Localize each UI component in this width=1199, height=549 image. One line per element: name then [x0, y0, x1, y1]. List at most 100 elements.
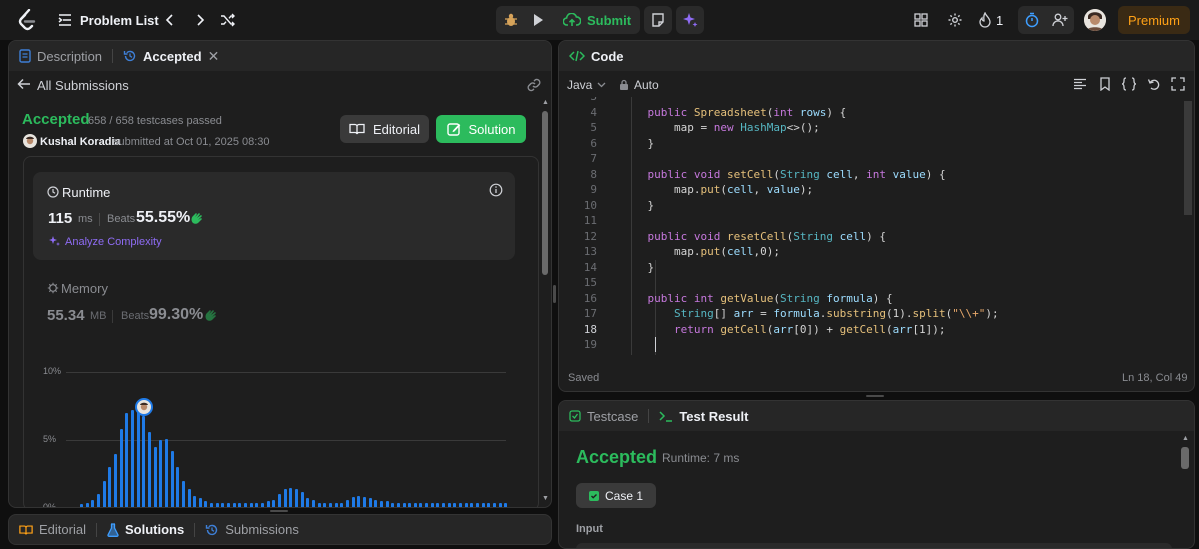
chart-bar[interactable]	[504, 502, 508, 507]
chart-bar[interactable]	[164, 438, 168, 507]
chart-bar[interactable]	[374, 499, 378, 507]
solution-button[interactable]: Solution	[436, 115, 526, 143]
result-scrollbar-thumb[interactable]	[1181, 447, 1189, 469]
language-select[interactable]: Java	[567, 78, 606, 92]
all-submissions-link[interactable]: All Submissions	[37, 78, 129, 93]
back-arrow-icon[interactable]	[17, 77, 31, 93]
vertical-resize-handle[interactable]	[553, 285, 556, 303]
format-icon[interactable]	[1073, 78, 1087, 90]
chart-bar[interactable]	[130, 410, 134, 507]
chart-bar[interactable]	[425, 502, 429, 507]
chart-bar[interactable]	[470, 502, 474, 507]
chart-bar[interactable]	[351, 497, 355, 507]
code-line[interactable]: 5 map = new HashMap<>();	[559, 120, 819, 136]
chart-bar[interactable]	[487, 502, 491, 507]
chart-bar[interactable]	[408, 502, 412, 507]
analyze-complexity-link[interactable]: Analyze Complexity	[65, 236, 162, 248]
chart-bar[interactable]	[278, 494, 282, 507]
chart-bar[interactable]	[85, 502, 89, 507]
reset-icon[interactable]	[1147, 77, 1161, 91]
code-line[interactable]: 8 public void setCell(String cell, int v…	[559, 167, 945, 183]
chart-bar[interactable]	[362, 497, 366, 507]
chart-bar[interactable]	[334, 502, 338, 507]
chart-bar[interactable]	[261, 502, 265, 507]
chart-bar[interactable]	[368, 498, 372, 507]
chart-bar[interactable]	[379, 501, 383, 507]
code-line[interactable]: 16 public int getValue(String formula) {	[559, 291, 893, 307]
tab-solutions[interactable]: Solutions	[97, 515, 194, 544]
next-problem-icon[interactable]	[186, 6, 214, 34]
chart-bar[interactable]	[413, 502, 417, 507]
code-line[interactable]: 19	[559, 337, 597, 353]
memory-title[interactable]: Memory	[61, 281, 108, 296]
chart-bar[interactable]	[283, 488, 287, 507]
code-line[interactable]: 18 return getCell(arr[0]) + getCell(arr[…	[559, 322, 946, 338]
chart-bar[interactable]	[396, 502, 400, 507]
chart-bar[interactable]	[430, 502, 434, 507]
ai-sparkle-icon[interactable]	[676, 6, 704, 34]
chart-bar[interactable]	[232, 502, 236, 507]
chart-bar[interactable]	[204, 501, 208, 507]
tab-description[interactable]: Description	[9, 41, 112, 71]
code-line[interactable]: 14 }	[559, 260, 654, 276]
run-icon[interactable]	[524, 6, 552, 34]
share-link-icon[interactable]	[527, 78, 541, 92]
tab-code[interactable]: Code	[559, 41, 634, 71]
chart-bar[interactable]	[323, 502, 327, 507]
chart-bar[interactable]	[419, 502, 423, 507]
user-avatar[interactable]	[23, 134, 37, 148]
chart-bar[interactable]	[481, 502, 485, 507]
chart-bar[interactable]	[357, 495, 361, 507]
chart-bar[interactable]	[442, 502, 446, 507]
editorial-button[interactable]: Editorial	[340, 115, 429, 143]
chart-bar[interactable]	[453, 502, 457, 507]
editor-scrollbar-thumb[interactable]	[1184, 101, 1192, 215]
chart-bar[interactable]	[136, 408, 140, 507]
chart-bar[interactable]	[311, 499, 315, 507]
chart-bar[interactable]	[244, 502, 248, 507]
scroll-up-icon[interactable]: ▲	[542, 99, 549, 106]
layout-icon[interactable]	[907, 6, 935, 34]
code-line[interactable]: 7	[559, 151, 597, 167]
chart-bar[interactable]	[96, 494, 100, 507]
chart-bar[interactable]	[215, 502, 219, 507]
chart-bar[interactable]	[238, 502, 242, 507]
chart-bar[interactable]	[147, 431, 151, 507]
chart-bar[interactable]	[176, 467, 180, 507]
chart-bar[interactable]	[300, 491, 304, 507]
add-user-icon[interactable]	[1046, 6, 1074, 34]
code-editor[interactable]: 34 public Spreadsheet(int rows) {5 map =…	[559, 97, 1179, 355]
chart-bar[interactable]	[476, 502, 480, 507]
code-line[interactable]: 6 }	[559, 136, 654, 152]
chart-bar[interactable]	[249, 502, 253, 507]
chart-bar[interactable]	[181, 480, 185, 507]
code-line[interactable]: 4 public Spreadsheet(int rows) {	[559, 105, 846, 121]
chart-bar[interactable]	[402, 502, 406, 507]
runtime-card[interactable]: Runtime 115 ms Beats 55.55% Analyze Comp…	[33, 172, 515, 260]
chart-bar[interactable]	[159, 440, 163, 507]
chart-bar[interactable]	[170, 450, 174, 507]
chart-bar[interactable]	[119, 429, 123, 507]
chart-bar[interactable]	[317, 502, 321, 507]
chart-bar[interactable]	[80, 503, 83, 507]
chart-bar[interactable]	[91, 499, 95, 507]
code-line[interactable]: 11	[559, 213, 597, 229]
tab-testcase[interactable]: Testcase	[559, 401, 648, 431]
left-resize-handle[interactable]	[270, 510, 288, 512]
shuffle-icon[interactable]	[214, 6, 242, 34]
prev-problem-icon[interactable]	[156, 6, 184, 34]
chart-bar[interactable]	[272, 499, 276, 507]
case-1-tab[interactable]: Case 1	[576, 483, 656, 508]
chart-bar[interactable]	[210, 502, 214, 507]
chart-bar[interactable]	[306, 498, 310, 507]
timer-icon[interactable]	[1018, 6, 1046, 34]
scrollbar-thumb[interactable]	[542, 111, 548, 275]
chart-bar[interactable]	[221, 502, 225, 507]
code-line[interactable]: 15	[559, 275, 597, 291]
chart-bar[interactable]	[459, 502, 463, 507]
submit-button[interactable]: Submit	[556, 6, 638, 34]
chart-bar[interactable]	[153, 446, 157, 507]
tab-accepted[interactable]: Accepted	[113, 41, 206, 71]
leetcode-logo-icon[interactable]	[14, 8, 40, 32]
notes-icon[interactable]	[644, 6, 672, 34]
